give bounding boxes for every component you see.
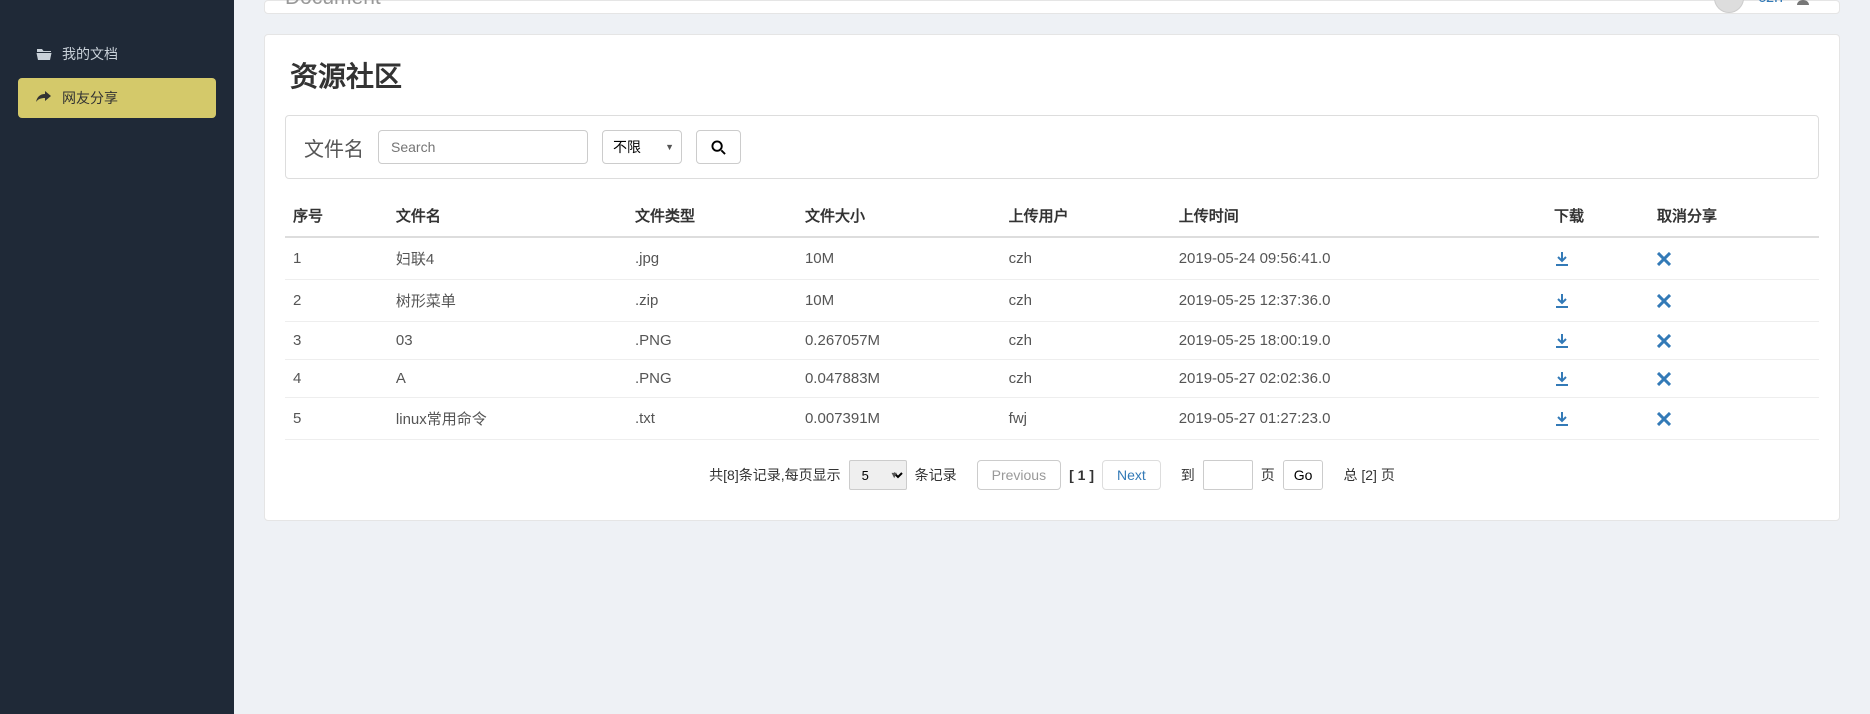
goto-prefix: 到	[1181, 465, 1195, 485]
sidebar-item-my-documents[interactable]: 我的文档	[18, 34, 216, 74]
cell-time: 2019-05-27 01:27:23.0	[1171, 398, 1546, 440]
sidebar-item-label: 网友分享	[62, 88, 118, 108]
cell-type: .jpg	[627, 237, 797, 280]
go-button[interactable]: Go	[1283, 460, 1324, 490]
username-link[interactable]: czh	[1758, 0, 1783, 7]
folder-open-icon	[36, 47, 54, 61]
col-download: 下载	[1546, 195, 1649, 237]
avatar[interactable]	[1714, 0, 1744, 13]
table-row: 303.PNG0.267057Mczh2019-05-25 18:00:19.0	[285, 322, 1819, 360]
table-header-row: 序号 文件名 文件类型 文件大小 上传用户 上传时间 下载 取消分享	[285, 195, 1819, 237]
sidebar: 我的文档 网友分享	[0, 0, 234, 714]
current-page: [ 1 ]	[1069, 467, 1094, 483]
sidebar-item-share[interactable]: 网友分享	[18, 78, 216, 118]
cell-time: 2019-05-25 18:00:19.0	[1171, 322, 1546, 360]
col-cancel: 取消分享	[1649, 195, 1819, 237]
cell-size: 0.267057M	[797, 322, 1001, 360]
cell-seq: 3	[285, 322, 388, 360]
cell-type: .txt	[627, 398, 797, 440]
search-icon	[711, 140, 726, 155]
filter-label: 文件名	[304, 133, 364, 162]
search-input[interactable]	[378, 130, 588, 164]
cell-seq: 4	[285, 360, 388, 398]
cell-name: 03	[388, 322, 627, 360]
cell-time: 2019-05-25 12:37:36.0	[1171, 280, 1546, 322]
previous-button[interactable]: Previous	[977, 460, 1061, 490]
col-seq: 序号	[285, 195, 388, 237]
cell-size: 0.047883M	[797, 360, 1001, 398]
table-row: 5linux常用命令.txt0.007391Mfwj2019-05-27 01:…	[285, 398, 1819, 440]
cell-size: 10M	[797, 280, 1001, 322]
cell-user: czh	[1001, 280, 1171, 322]
records-label: 条记录	[915, 465, 957, 485]
search-button[interactable]	[696, 130, 741, 164]
content-card: 资源社区 文件名 不限 序号	[264, 34, 1840, 521]
user-menu-toggle[interactable]	[1797, 0, 1819, 6]
cell-name: 树形菜单	[388, 280, 627, 322]
total-pages-text: 总 [2] 页	[1343, 465, 1394, 485]
table-row: 1妇联4.jpg10Mczh2019-05-24 09:56:41.0	[285, 237, 1819, 280]
cell-user: fwj	[1001, 398, 1171, 440]
pagination: 共[8]条记录,每页显示 5 条记录 Previous [ 1 ] Next 到	[285, 460, 1819, 490]
cancel-share-icon[interactable]	[1657, 372, 1811, 386]
download-icon[interactable]	[1554, 333, 1641, 349]
cell-name: linux常用命令	[388, 398, 627, 440]
col-time: 上传时间	[1171, 195, 1546, 237]
table-row: 2树形菜单.zip10Mczh2019-05-25 12:37:36.0	[285, 280, 1819, 322]
cell-seq: 2	[285, 280, 388, 322]
download-icon[interactable]	[1554, 293, 1641, 309]
sidebar-item-label: 我的文档	[62, 44, 118, 64]
cell-user: czh	[1001, 322, 1171, 360]
cell-type: .PNG	[627, 322, 797, 360]
download-icon[interactable]	[1554, 411, 1641, 427]
topbar: Document czh	[264, 0, 1840, 14]
user-area: czh	[1714, 0, 1819, 13]
page-title: 资源社区	[285, 55, 1819, 95]
cell-type: .PNG	[627, 360, 797, 398]
cell-name: 妇联4	[388, 237, 627, 280]
cancel-share-icon[interactable]	[1657, 334, 1811, 348]
brand-title: Document	[285, 0, 381, 10]
cell-seq: 1	[285, 237, 388, 280]
total-records-text: 共[8]条记录,每页显示	[709, 465, 840, 485]
share-icon	[36, 91, 54, 105]
goto-suffix: 页	[1261, 465, 1275, 485]
col-type: 文件类型	[627, 195, 797, 237]
col-name: 文件名	[388, 195, 627, 237]
cancel-share-icon[interactable]	[1657, 294, 1811, 308]
cell-size: 10M	[797, 237, 1001, 280]
col-size: 文件大小	[797, 195, 1001, 237]
table-row: 4A.PNG0.047883Mczh2019-05-27 02:02:36.0	[285, 360, 1819, 398]
cancel-share-icon[interactable]	[1657, 412, 1811, 426]
next-button[interactable]: Next	[1102, 460, 1161, 490]
download-icon[interactable]	[1554, 251, 1641, 267]
cancel-share-icon[interactable]	[1657, 252, 1811, 266]
cell-time: 2019-05-27 02:02:36.0	[1171, 360, 1546, 398]
cell-type: .zip	[627, 280, 797, 322]
col-user: 上传用户	[1001, 195, 1171, 237]
cell-user: czh	[1001, 360, 1171, 398]
file-table: 序号 文件名 文件类型 文件大小 上传用户 上传时间 下载 取消分享 1妇联4.…	[285, 195, 1819, 440]
cell-seq: 5	[285, 398, 388, 440]
main-content: Document czh 资源社区 文件名 不限	[234, 0, 1870, 714]
cell-user: czh	[1001, 237, 1171, 280]
cell-name: A	[388, 360, 627, 398]
download-icon[interactable]	[1554, 371, 1641, 387]
type-select[interactable]: 不限	[602, 130, 682, 164]
goto-page-input[interactable]	[1203, 460, 1253, 490]
page-size-select[interactable]: 5	[849, 460, 907, 490]
cell-time: 2019-05-24 09:56:41.0	[1171, 237, 1546, 280]
filter-panel: 文件名 不限	[285, 115, 1819, 179]
cell-size: 0.007391M	[797, 398, 1001, 440]
